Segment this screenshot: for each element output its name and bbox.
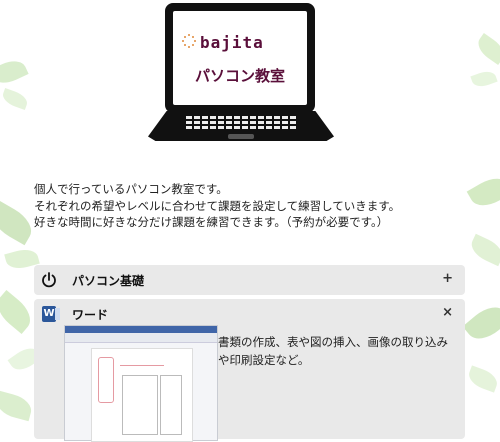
laptop-screen-frame: bajita パソコン教室 — [165, 3, 315, 113]
word-icon: W — [42, 306, 60, 322]
leaf-decoration — [473, 33, 500, 65]
leaf-decoration — [467, 233, 500, 267]
brand-subtitle: パソコン教室 — [194, 67, 285, 85]
leaf-decoration — [0, 200, 38, 246]
keyboard-icon — [186, 116, 296, 132]
laptop-illustration: bajita パソコン教室 — [148, 3, 334, 145]
intro-line: 好きな時間に好きな分だけ課題を練習できます。（予約が必要です。） — [34, 215, 389, 229]
accordion-item-word[interactable]: W ワード × 書類の作成、表や図の挿入、画像の取り込みや印刷設定など。 — [34, 299, 465, 442]
laptop-screen: bajita パソコン教室 — [173, 11, 307, 105]
brand-name: bajita — [200, 33, 264, 52]
leaf-decoration — [462, 299, 500, 347]
intro-line: それぞれの希望やレベルに合わせて課題を設定して練習していきます。 — [34, 198, 401, 213]
accordion-description: 書類の作成、表や図の挿入、画像の取り込みや印刷設定など。 — [218, 335, 448, 367]
leaf-decoration — [470, 68, 498, 90]
word-screenshot-thumbnail — [64, 325, 218, 442]
logo-mark-icon — [182, 34, 196, 48]
power-icon — [42, 272, 56, 288]
collapse-toggle[interactable]: × — [442, 305, 453, 320]
trackpad — [228, 134, 254, 139]
expand-toggle[interactable]: + — [442, 271, 453, 286]
leaf-decoration — [466, 171, 500, 213]
accordion-header[interactable]: パソコン基礎 + — [34, 265, 465, 295]
leaf-decoration — [0, 87, 30, 111]
accordion-title: ワード — [72, 308, 109, 322]
leaf-decoration — [0, 390, 35, 422]
leaf-decoration — [0, 289, 38, 335]
leaf-decoration — [0, 55, 29, 89]
intro-text: 個人で行っているパソコン教室です。 それぞれの希望やレベルに合わせて課題を設定し… — [34, 181, 464, 231]
leaf-decoration — [465, 365, 500, 393]
intro-line: 個人で行っているパソコン教室です。 — [34, 182, 228, 196]
accordion-item-pc-basics[interactable]: パソコン基礎 + — [34, 265, 465, 295]
accordion-title: パソコン基礎 — [72, 274, 145, 288]
